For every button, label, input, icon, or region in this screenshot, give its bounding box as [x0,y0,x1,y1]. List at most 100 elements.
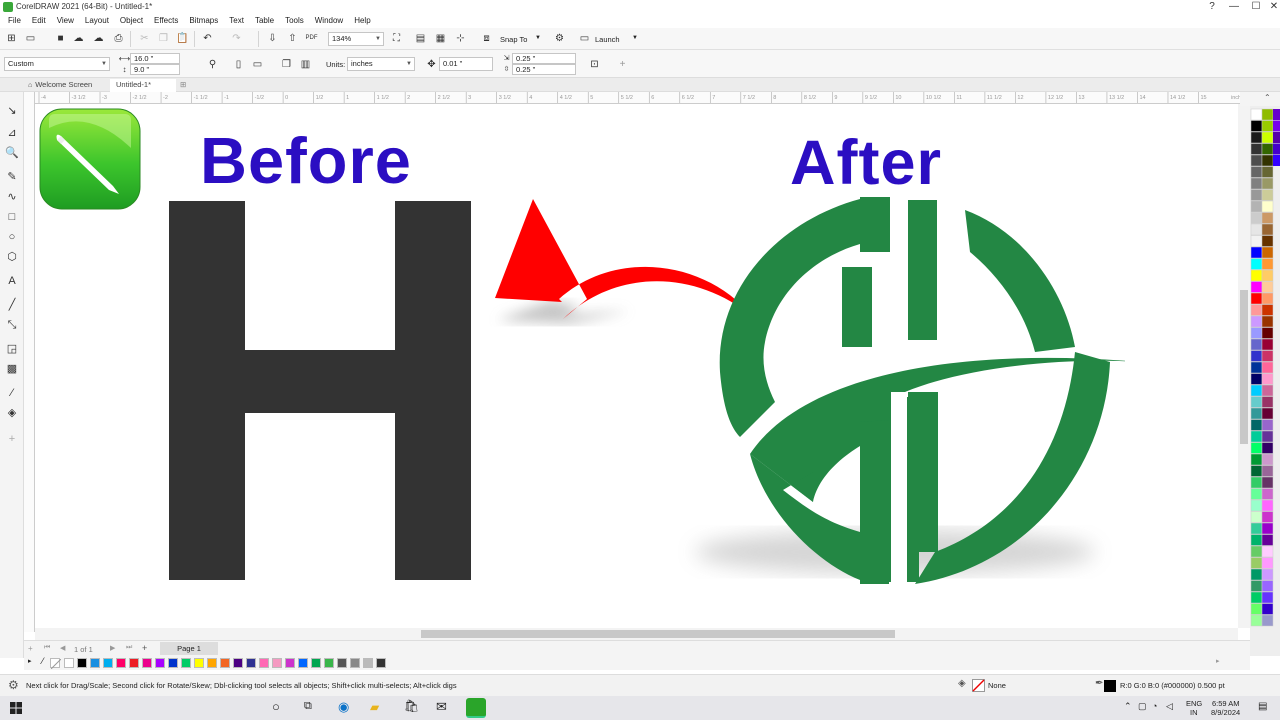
palette-swatch[interactable] [1261,315,1274,328]
palette-swatch[interactable] [1261,131,1274,144]
open-icon[interactable]: ▭ [24,32,37,45]
palette-swatch[interactable] [1250,603,1263,615]
connector-tool-icon[interactable]: ⤡ [5,318,19,332]
export-icon[interactable]: ⇧ [286,32,299,45]
palette-swatch[interactable] [1261,212,1274,224]
palette-swatch[interactable] [1261,200,1274,213]
palette-swatch[interactable] [1250,384,1263,397]
palette-swatch[interactable] [1250,327,1263,339]
crop-tool-icon[interactable]: ⊿ [5,126,19,140]
palette-swatch[interactable] [337,658,347,668]
palette-swatch[interactable] [1261,603,1274,615]
palette-swatch[interactable] [298,658,308,668]
windows-start-icon[interactable] [10,702,22,714]
palette-expand-icon[interactable]: ▸ [1216,657,1220,665]
palette-swatch[interactable] [1261,108,1274,121]
undo-icon[interactable]: ↶ [201,32,214,45]
palette-swatch[interactable] [311,658,321,668]
palette-swatch[interactable] [1250,465,1263,477]
palette-swatch[interactable] [1261,350,1274,362]
palette-swatch[interactable] [1250,534,1263,546]
palette-swatch[interactable] [1273,155,1280,166]
volume-icon[interactable]: ◁ [1166,701,1173,712]
palette-swatch[interactable] [1250,430,1263,443]
wifi-icon[interactable]: ◔ [1152,701,1157,711]
palette-swatch[interactable] [1250,476,1263,489]
polygon-tool-icon[interactable]: ⬡ [5,250,19,264]
page-height-field[interactable]: 9.0 " [130,64,180,75]
copy-icon[interactable]: ❐ [157,32,170,45]
palette-swatch[interactable] [1250,223,1263,236]
palette-swatch[interactable] [272,658,282,668]
palette-swatch[interactable] [1250,499,1263,512]
palette-swatch[interactable] [259,658,269,668]
language-bottom[interactable]: IN [1190,708,1198,717]
palette-swatch[interactable] [1250,131,1263,144]
palette-swatch[interactable] [1273,109,1280,120]
palette-swatch[interactable] [1250,166,1263,178]
palette-swatch[interactable] [376,658,386,668]
palette-swatch[interactable] [1261,304,1274,316]
menu-window[interactable]: Window [315,16,343,25]
palette-swatch[interactable] [1250,361,1263,374]
upload-icon[interactable]: ☁ [92,32,105,45]
tray-chevron-icon[interactable]: ⌃ [1124,701,1132,712]
palette-swatch[interactable] [1250,154,1263,167]
treat-as-filled-icon[interactable]: ⊡ [588,58,601,71]
before-title[interactable]: Before [200,126,412,196]
vertical-scrollbar[interactable] [1238,104,1250,628]
vertical-ruler[interactable] [24,92,35,632]
eyedropper-tool-icon[interactable]: ⁄ [5,386,19,400]
palette-swatch[interactable] [1250,511,1263,523]
menu-tools[interactable]: Tools [285,16,304,25]
close-button[interactable]: ✕ [1262,0,1280,13]
palette-swatch[interactable] [1261,281,1274,293]
palette-swatch[interactable] [1261,177,1274,190]
palette-swatch[interactable] [1261,522,1274,535]
cloud-icon[interactable]: ☁ [72,32,85,45]
horizontal-scrollbar[interactable] [35,628,1238,640]
transparency-tool-icon[interactable]: ▩ [5,362,19,376]
palette-swatch[interactable] [90,658,100,668]
palette-swatch[interactable] [1250,568,1263,581]
palette-swatch[interactable] [350,658,360,668]
palette-swatch[interactable] [1250,304,1263,316]
palette-swatch[interactable] [1250,396,1263,408]
redo-icon[interactable]: ↷ [230,32,243,45]
page-preset-select[interactable]: Custom ▼ [4,57,110,71]
palette-swatch[interactable] [1261,154,1274,167]
palette-swatch[interactable] [285,658,295,668]
rectangle-tool-icon[interactable]: □ [5,210,19,224]
line-tool-icon[interactable]: ╱ [5,298,19,312]
palette-swatch[interactable] [1261,292,1274,305]
menu-file[interactable]: File [8,16,21,25]
network-icon[interactable]: ▢ [1138,701,1147,712]
palette-swatch[interactable] [1250,580,1263,592]
guidelines-icon[interactable]: ⊹ [454,32,467,45]
palette-arrow-icon[interactable]: ▸ [28,657,32,665]
palette-swatch[interactable] [1261,223,1274,236]
palette-swatch[interactable] [1250,108,1263,121]
cut-icon[interactable]: ✂ [138,32,151,45]
page-size-lock-icon[interactable]: ⚲ [206,58,219,71]
palette-swatch[interactable] [1250,315,1263,328]
palette-swatch[interactable] [1261,373,1274,385]
palette-swatch[interactable] [142,658,152,668]
last-page-icon[interactable]: ⏭ [126,644,132,652]
clock-time[interactable]: 6:59 AM [1212,699,1240,708]
palette-swatch[interactable] [1261,591,1274,604]
store-icon[interactable]: 🛍 [404,699,419,713]
snap-icon[interactable]: ⧈ [480,32,493,45]
palette-swatch[interactable] [1261,430,1274,443]
menu-effects[interactable]: Effects [154,16,178,25]
palette-swatch[interactable] [1261,246,1274,259]
language-top[interactable]: ENG [1186,699,1202,708]
palette-swatch[interactable] [1250,453,1263,466]
before-h-letter[interactable] [169,201,472,581]
print-icon[interactable]: ⎙ [112,32,125,45]
duplicate-y-field[interactable]: 0.25 " [512,64,576,75]
duplicate-x-field[interactable]: 0.25 " [512,53,576,64]
new-document-icon[interactable]: ⊞ [5,32,18,45]
palette-swatch[interactable] [1250,522,1263,535]
eyedropper-icon[interactable]: ⁄ [42,656,44,666]
